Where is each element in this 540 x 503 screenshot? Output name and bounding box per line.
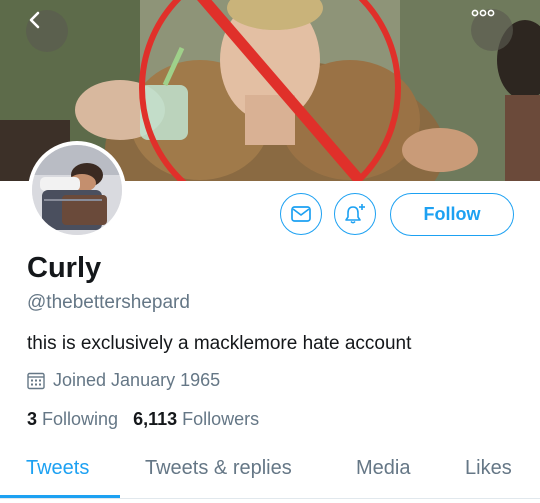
- follow-stats: 3 Following 6,113 Followers: [27, 409, 259, 430]
- follow-button[interactable]: Follow: [390, 193, 514, 236]
- profile-tabs: Tweets Tweets & replies Media Likes: [0, 447, 540, 499]
- following-label: Following: [42, 409, 119, 429]
- notifications-button[interactable]: [334, 193, 376, 235]
- followers-label: Followers: [182, 409, 260, 429]
- active-tab-indicator: [0, 495, 120, 498]
- display-name: Curly: [27, 252, 102, 284]
- joined-date: Joined January 1965: [53, 370, 221, 390]
- bell-plus-icon: [345, 204, 365, 224]
- tab-tweets[interactable]: Tweets: [26, 457, 89, 480]
- message-button[interactable]: [280, 193, 322, 235]
- calendar-icon: [27, 372, 45, 390]
- profile-bio: this is exclusively a macklemore hate ac…: [27, 333, 412, 354]
- more-horizontal-icon: [471, 9, 495, 17]
- joined-date-row: Joined January 1965: [27, 370, 220, 391]
- following-count: 3: [27, 409, 38, 429]
- chevron-left-icon: [29, 11, 40, 29]
- avatar-image: [32, 145, 122, 235]
- tab-likes[interactable]: Likes: [465, 457, 512, 480]
- following-link[interactable]: 3 Following: [27, 409, 118, 430]
- tab-tweets-and-replies[interactable]: Tweets & replies: [145, 457, 292, 480]
- back-button[interactable]: [26, 10, 68, 52]
- envelope-icon: [291, 206, 311, 222]
- followers-count: 6,113: [133, 409, 178, 429]
- more-options-button[interactable]: [471, 9, 513, 51]
- user-handle: @thebettershepard: [27, 292, 190, 313]
- followers-link[interactable]: 6,113 Followers: [133, 409, 259, 430]
- tab-media[interactable]: Media: [356, 457, 410, 480]
- avatar[interactable]: [28, 141, 126, 239]
